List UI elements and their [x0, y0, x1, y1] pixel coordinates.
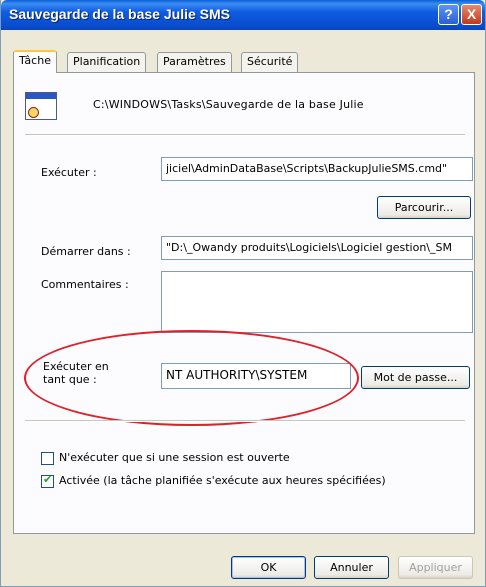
divider [25, 134, 465, 136]
executer-field[interactable]: jiciel\AdminDataBase\Scripts\BackupJulie… [161, 157, 473, 181]
run-as-field[interactable]: NT AUTHORITY\SYSTEM [161, 363, 351, 389]
ok-button[interactable]: OK [231, 556, 306, 579]
tab-parametres[interactable]: Paramètres [157, 52, 232, 72]
help-button[interactable]: ? [438, 4, 459, 25]
demarrer-field[interactable]: "D:\_Owandy produits\Logiciels\Logiciel … [161, 236, 473, 260]
executer-label: Exécuter : [41, 166, 97, 179]
password-button[interactable]: Mot de passe... [361, 366, 470, 389]
commentaires-field[interactable] [161, 271, 473, 333]
enabled-checkbox-label: Activée (la tâche planifiée s'exécute au… [59, 474, 386, 487]
title-bar[interactable]: Sauvegarde de la base Julie SMS ? X [1, 0, 485, 30]
executer-en-label: Exécuter en [43, 360, 109, 373]
tab-planification[interactable]: Planification [67, 52, 147, 72]
session-checkbox[interactable] [41, 452, 54, 465]
commentaires-label: Commentaires : [41, 278, 129, 291]
demarrer-label: Démarrer dans : [41, 245, 131, 258]
tab-tache[interactable]: Tâche [13, 50, 57, 73]
window-title: Sauvegarde de la base Julie SMS [9, 6, 230, 22]
tant-que-label: tant que : [43, 373, 97, 386]
properties-window: Sauvegarde de la base Julie SMS ? X Tâch… [0, 0, 486, 587]
browse-button[interactable]: Parcourir... [377, 196, 471, 219]
tab-securite[interactable]: Sécurité [241, 52, 299, 72]
session-checkbox-label: N'exécuter que si une session est ouvert… [59, 451, 290, 464]
enabled-checkbox[interactable] [41, 473, 54, 488]
divider [25, 420, 465, 422]
apply-button[interactable]: Appliquer [398, 556, 473, 579]
close-button[interactable]: X [461, 4, 482, 25]
clock-icon [28, 107, 39, 118]
task-path: C:\WINDOWS\Tasks\Sauvegarde de la base J… [93, 98, 364, 111]
cancel-button[interactable]: Annuler [314, 556, 389, 579]
scheduled-task-icon [25, 92, 57, 120]
